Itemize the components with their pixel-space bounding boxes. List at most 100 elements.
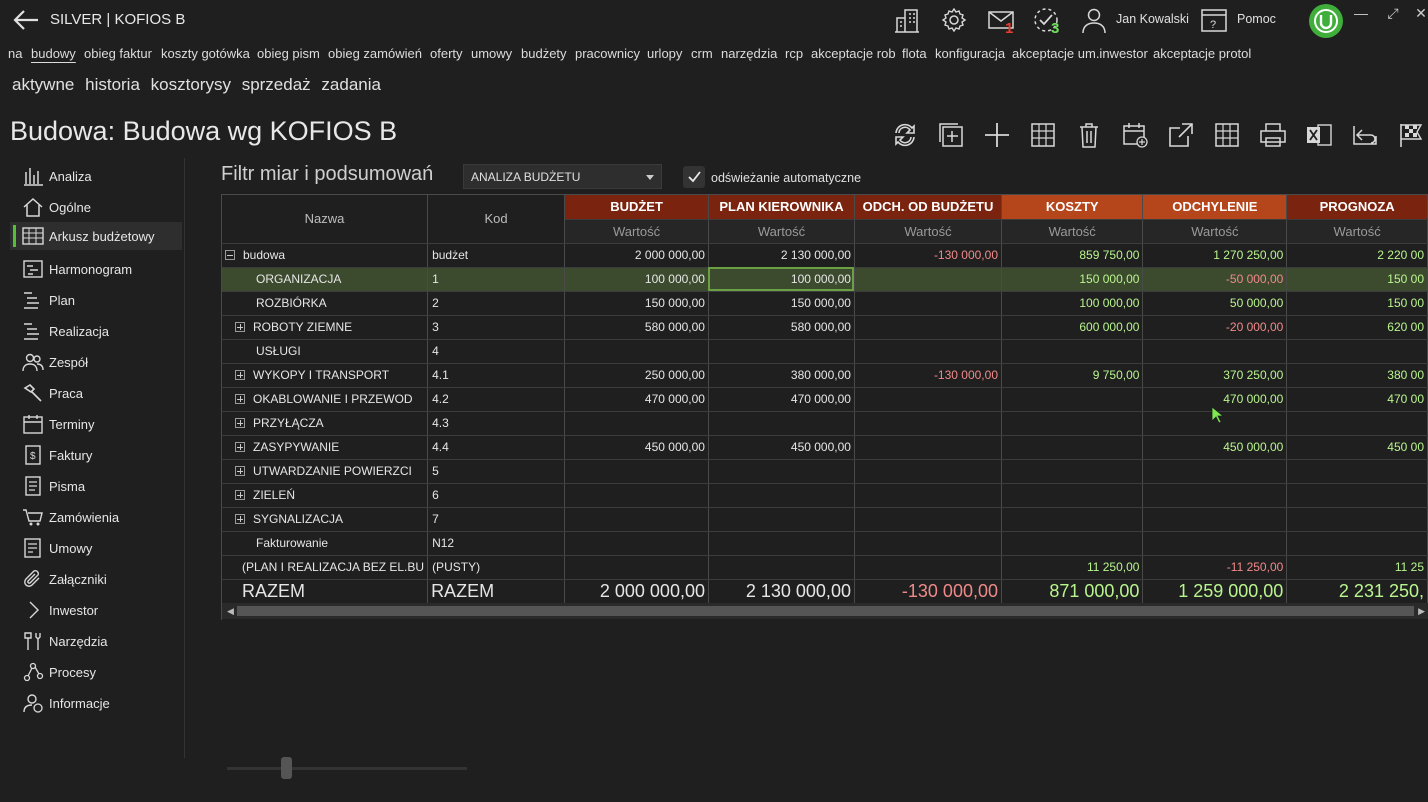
table-row[interactable]: ROBOTY ZIEMNE 3 580 000,00 580 000,00 600 00… [222, 315, 1428, 340]
cell-value[interactable]: 9 750,00 [1001, 363, 1144, 388]
back-arrow-icon[interactable] [12, 8, 40, 32]
table-row[interactable]: ORGANIZACJA 1 100 000,00 100 000,00 150 000,… [222, 267, 1428, 292]
cell-value[interactable] [1142, 339, 1288, 364]
cell-value[interactable] [1142, 483, 1288, 508]
sidebar-item-arkusz-budzetowy[interactable]: Arkusz budżetowy [10, 222, 182, 250]
cell-name[interactable]: SYGNALIZACJA [222, 507, 429, 532]
column-header-odch-od-budzetu[interactable]: ODCH. OD BUDŻETU [854, 195, 1003, 220]
user-name[interactable]: Jan Kowalski [1116, 12, 1189, 26]
user-icon[interactable] [1080, 6, 1108, 34]
table-row[interactable]: budowa budżet 2 000 000,00 2 130 000,00 -130… [222, 243, 1428, 268]
cell-value[interactable] [564, 555, 709, 580]
expand-icon[interactable] [235, 322, 245, 332]
nav-item[interactable]: budżety [521, 46, 567, 61]
measure-filter-select[interactable]: ANALIZA BUDŻETU [463, 164, 662, 189]
cell-value[interactable] [708, 507, 855, 532]
sidebar-item-terminy[interactable]: Terminy [10, 410, 182, 438]
help-label[interactable]: Pomoc [1237, 12, 1276, 26]
sidebar-item-zamowienia[interactable]: Zamówienia [10, 503, 182, 531]
cell-value[interactable]: 2 000 000,00 [564, 243, 709, 268]
cell-value[interactable] [564, 339, 709, 364]
cell-value[interactable] [854, 339, 1003, 364]
cell-value[interactable]: 2 130 000,00 [708, 243, 855, 268]
restore-icon[interactable]: ⤢ [1384, 4, 1402, 22]
sidebar-item-procesy[interactable]: Procesy [10, 658, 182, 686]
column-header-odchylenie[interactable]: ODCHYLENIE [1142, 195, 1288, 220]
cell-value[interactable]: 150 000,00 [708, 291, 855, 316]
table-row[interactable]: PRZYŁĄCZA 4.3 [222, 411, 1428, 436]
return-icon[interactable] [1350, 120, 1380, 150]
buildings-icon[interactable] [893, 6, 921, 34]
cell-value[interactable]: -11 250,00 [1142, 555, 1288, 580]
cell-value[interactable] [1001, 339, 1144, 364]
scroll-left-icon[interactable]: ◀ [227, 606, 234, 617]
delete-trash-icon[interactable] [1074, 120, 1104, 150]
nav-item[interactable]: oferty [430, 46, 463, 61]
minimize-icon[interactable]: — [1352, 4, 1370, 22]
nav-item[interactable]: umowy [471, 46, 512, 61]
subnav-kosztorysy[interactable]: kosztorysy [151, 75, 231, 94]
cell-value[interactable]: 470 000,00 [708, 387, 855, 412]
sidebar-item-umowy[interactable]: Umowy [10, 534, 182, 562]
nav-item[interactable]: narzędzia [721, 46, 777, 61]
cell-name[interactable]: PRZYŁĄCZA [222, 411, 429, 436]
table-row[interactable]: SYGNALIZACJA 7 [222, 507, 1428, 532]
calendar-add-icon[interactable] [1120, 120, 1150, 150]
cell-name[interactable]: OKABLOWANIE I PRZEWOD [222, 387, 429, 412]
cell-value[interactable] [1001, 483, 1144, 508]
column-header-budzet[interactable]: BUDŻET [564, 195, 709, 220]
expand-icon[interactable] [235, 490, 245, 500]
cell-value[interactable] [564, 507, 709, 532]
nav-item[interactable]: rcp [785, 46, 803, 61]
nav-item-budowy[interactable]: budowy [31, 46, 76, 61]
cell-value[interactable] [708, 411, 855, 436]
cell-value[interactable] [1286, 507, 1428, 532]
cell-value[interactable]: -50 000,00 [1142, 267, 1288, 292]
cell-value[interactable]: 11 250,00 [1001, 555, 1144, 580]
nav-item[interactable]: koszty gotówka [161, 46, 250, 61]
cell-value[interactable] [564, 531, 709, 556]
horizontal-scrollbar[interactable]: ◀ ▶ [222, 603, 1428, 619]
nav-item[interactable]: crm [691, 46, 713, 61]
collapse-icon[interactable] [225, 250, 235, 260]
cell-value[interactable]: 11 25 [1286, 555, 1428, 580]
cell-value[interactable] [854, 291, 1003, 316]
cell-code[interactable]: (PUSTY) [427, 555, 566, 580]
cell-value[interactable]: 100 000,00 [1001, 291, 1144, 316]
table-row[interactable]: ZIELEŃ 6 [222, 483, 1428, 508]
expand-icon[interactable] [235, 370, 245, 380]
cell-value[interactable] [708, 555, 855, 580]
subnav-historia[interactable]: historia [85, 75, 140, 94]
cell-value[interactable]: 100 000,00 [708, 267, 855, 292]
cell-value[interactable]: 150 000,00 [564, 291, 709, 316]
cell-value[interactable]: 2 220 00 [1286, 243, 1428, 268]
sidebar-item-praca[interactable]: Praca [10, 379, 182, 407]
expand-icon[interactable] [235, 418, 245, 428]
finish-flag-icon[interactable] [1396, 120, 1426, 150]
cell-code[interactable]: 4.3 [427, 411, 566, 436]
sidebar-item-realizacja[interactable]: Realizacja [10, 317, 182, 345]
cell-value[interactable] [564, 483, 709, 508]
cell-value[interactable] [1001, 459, 1144, 484]
nav-item[interactable]: konfiguracja [935, 46, 1005, 61]
cell-name[interactable]: UTWARDZANIE POWIERZCI [222, 459, 429, 484]
cell-value[interactable]: 150 000,00 [1001, 267, 1144, 292]
close-icon[interactable]: ✕ [1412, 4, 1428, 22]
sidebar-item-ogolne[interactable]: Ogólne [10, 193, 182, 221]
avatar[interactable] [1309, 4, 1343, 38]
table-row[interactable]: USŁUGI 4 [222, 339, 1428, 364]
help-window-icon[interactable]: ? [1200, 6, 1228, 34]
nav-item[interactable]: obieg faktur [84, 46, 152, 61]
cell-code[interactable]: 3 [427, 315, 566, 340]
cell-value[interactable] [1142, 507, 1288, 532]
refresh-icon[interactable] [890, 120, 920, 150]
expand-icon[interactable] [235, 514, 245, 524]
cell-value[interactable]: -20 000,00 [1142, 315, 1288, 340]
cell-value[interactable]: 150 00 [1286, 267, 1428, 292]
cell-value[interactable]: 380 00 [1286, 363, 1428, 388]
excel-export-icon[interactable] [1304, 120, 1334, 150]
sidebar-item-harmonogram[interactable]: Harmonogram [10, 255, 182, 283]
cell-value[interactable] [854, 387, 1003, 412]
table-row[interactable]: OKABLOWANIE I PRZEWOD 4.2 470 000,00 470 00… [222, 387, 1428, 412]
column-header-code[interactable]: Kod [427, 195, 566, 244]
